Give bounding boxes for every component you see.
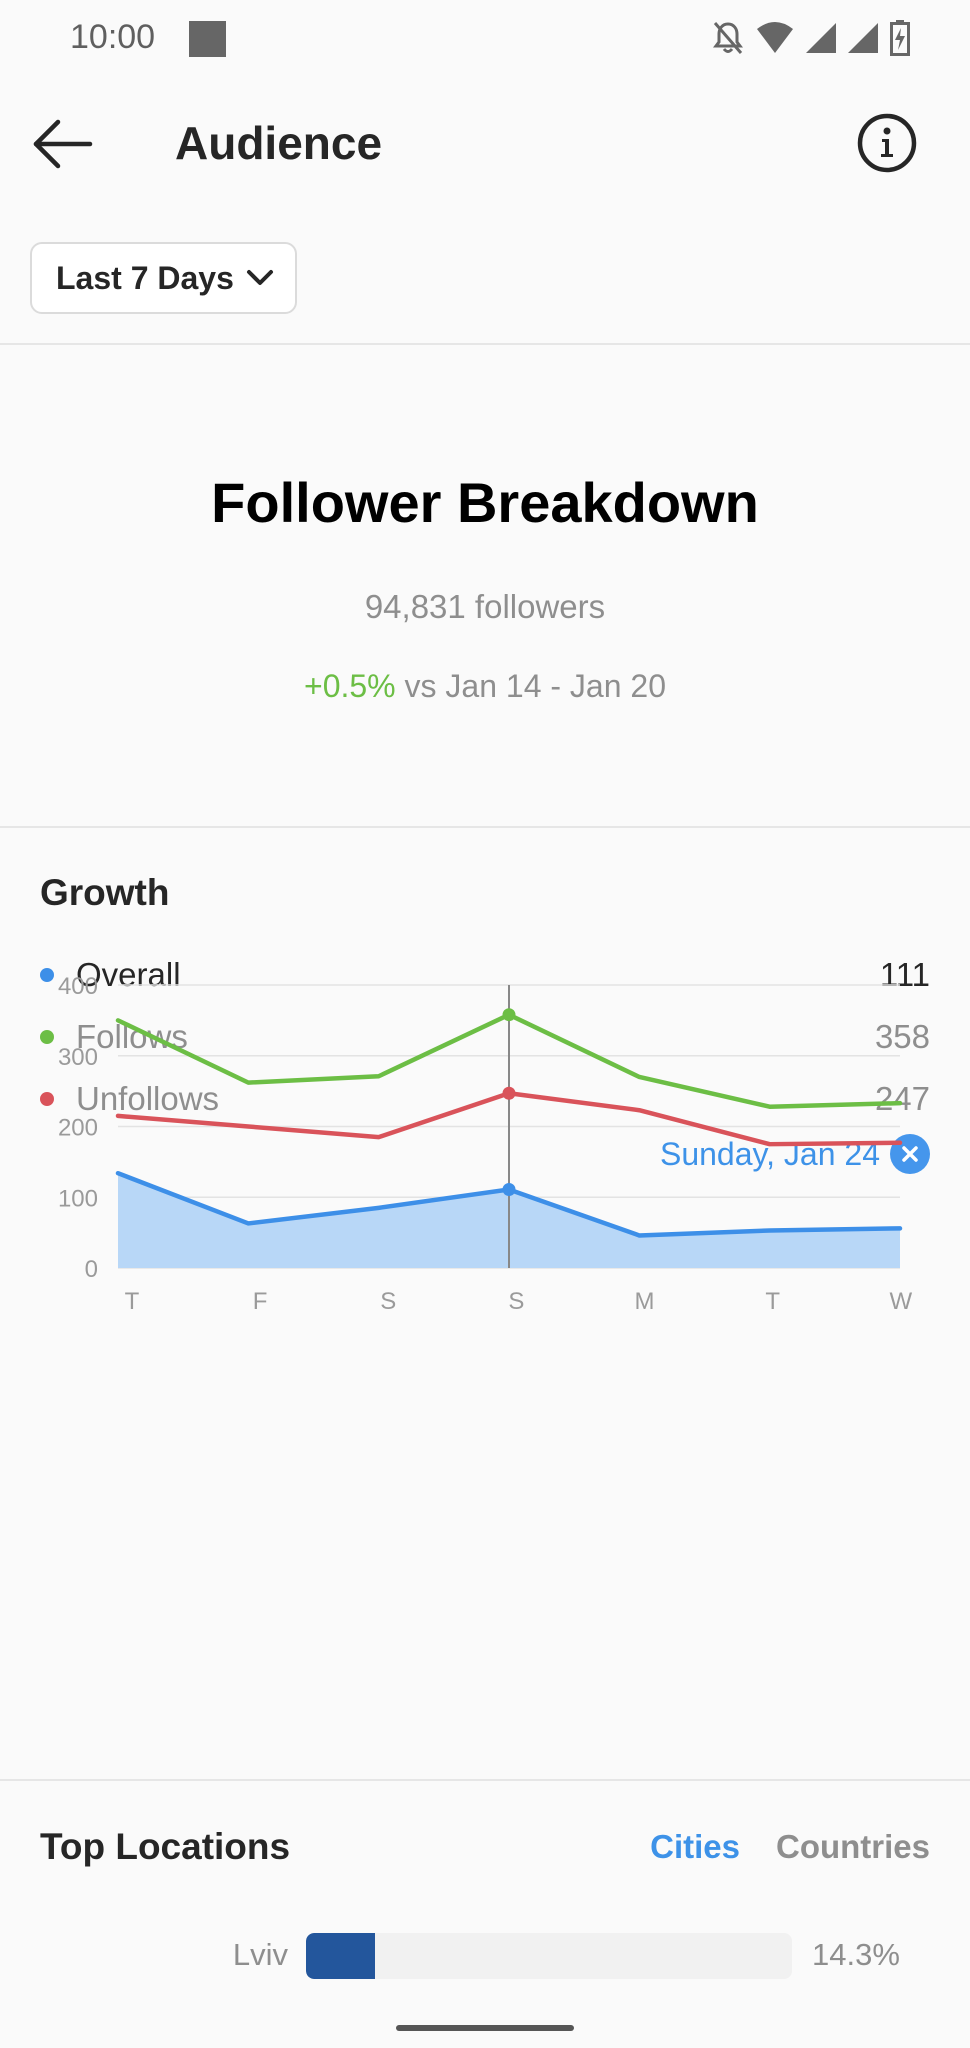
status-icons [712,20,910,56]
data-point-follows [502,1008,516,1022]
arrow-left-icon [33,119,93,169]
follower-breakdown-title: Follower Breakdown [211,471,759,534]
location-name: Lviv [232,1937,288,1972]
location-percent: 14.3% [812,1937,900,1972]
cell-signal-icon [806,23,836,53]
chevron-down-icon [246,270,273,285]
date-range-dropdown[interactable]: Last 7 Days [30,242,297,314]
x-tick-label: W [889,1288,912,1315]
home-indicator[interactable] [396,2025,574,2031]
x-tick-label: S [508,1288,524,1315]
y-tick-label: 0 [85,1256,98,1283]
x-tick-label: T [765,1288,780,1315]
date-range-label: Last 7 Days [56,259,234,296]
growth-chart[interactable]: 0 100 200 300 400 T F S S M T W [0,960,970,1720]
location-bar-fill [306,1933,376,1979]
location-row: Lviv 14.3% [0,1933,970,1979]
data-point-unfollows [502,1086,516,1100]
back-button[interactable] [30,116,96,172]
location-bar-track [306,1933,792,1979]
y-tick-label: 100 [58,1185,98,1212]
page-title: Audience [175,117,383,169]
info-icon [857,113,917,173]
status-bar: 10:00 [0,0,970,80]
divider [0,1779,970,1781]
divider [0,826,970,828]
notifications-off-icon [713,22,743,54]
change-percent: +0.5% [304,668,396,704]
y-tick-label: 400 [58,973,98,1000]
app-bar: Audience [0,100,970,190]
x-tick-label: S [380,1288,396,1315]
tab-countries[interactable]: Countries [776,1828,930,1866]
growth-title: Growth [40,872,170,913]
data-point-overall [502,1182,516,1196]
wifi-icon [757,22,793,53]
status-time: 10:00 [70,18,156,56]
cell-signal-icon [848,23,878,53]
y-tick-label: 300 [58,1044,98,1071]
follower-count: 94,831 followers [364,588,606,625]
notification-square-icon [189,21,226,57]
divider [0,343,970,345]
x-tick-label: T [125,1288,140,1315]
x-tick-label: M [635,1288,655,1315]
compare-range: vs Jan 14 - Jan 20 [404,668,666,704]
battery-charging-icon [890,20,910,56]
y-tick-label: 200 [58,1115,98,1142]
x-tick-label: F [253,1288,268,1315]
info-button[interactable] [856,112,918,174]
follower-change: +0.5% vs Jan 14 - Jan 20 [0,668,970,705]
tab-cities[interactable]: Cities [650,1828,740,1866]
top-locations-title: Top Locations [40,1826,291,1867]
